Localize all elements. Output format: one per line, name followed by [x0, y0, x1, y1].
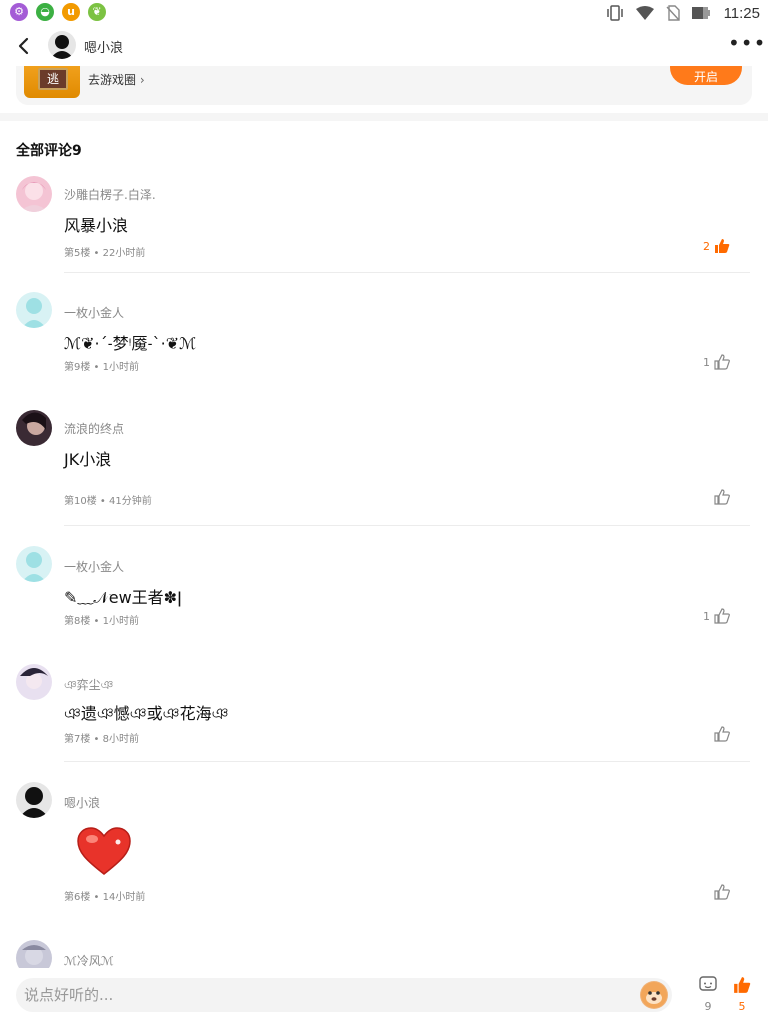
like-count: 1 — [703, 355, 710, 369]
emoji-sticker-icon[interactable] — [640, 981, 668, 1009]
avatar[interactable] — [16, 410, 52, 446]
heart-sticker — [77, 827, 131, 875]
thumbs-up-icon — [715, 239, 730, 253]
comment-count: 9 — [704, 1000, 712, 1013]
comment-meta: 第6楼 • 14小时前 — [64, 892, 146, 903]
comment-text: 风暴小浪 — [64, 216, 129, 235]
green-app-icon: ◒ — [36, 3, 54, 21]
comment-item: 沙雕白楞子.白泽. 风暴小浪 第5楼 • 22小时前 2 — [0, 174, 768, 274]
comment-count-button[interactable]: 9 — [692, 976, 724, 1013]
comment-meta: 第9楼 • 1小时前 — [64, 362, 139, 373]
comment-username[interactable]: ℳ冷风ℳ — [64, 952, 114, 968]
like-count: 2 — [703, 239, 710, 253]
bottom-bar: 9 5 — [0, 968, 768, 1024]
comment-input-pill[interactable] — [16, 978, 672, 1012]
comment-item: ℳ冷风ℳ — [0, 940, 768, 968]
like-button[interactable]: 1 — [703, 608, 730, 624]
comment-username[interactable]: ঞ弈尘ঞ — [64, 676, 113, 697]
post-like-button[interactable]: 5 — [726, 976, 758, 1013]
comment-meta: 第5楼 • 22小时前 — [64, 248, 146, 259]
comment-username[interactable]: 一枚小金人 — [64, 558, 124, 575]
section-divider — [0, 113, 768, 121]
comment-meta: 第10楼 • 41分钟前 — [64, 496, 152, 507]
title-bar: 嗯小浪 ••• — [0, 26, 768, 66]
comment-list[interactable]: 沙雕白楞子.白泽. 风暴小浪 第5楼 • 22小时前 2 一枚小金人 ℳ❦·ˊ˗… — [0, 170, 768, 968]
avatar[interactable] — [16, 546, 52, 582]
clock: 11:25 — [723, 4, 760, 22]
like-button[interactable] — [710, 884, 730, 900]
comment-username[interactable]: 流浪的终点 — [64, 420, 124, 437]
avatar[interactable] — [16, 292, 52, 328]
comment-item: ঞ弈尘ঞ ঞ遗ঞ憾ঞ或ঞ花海ঞ 第7楼 • 8小时前 — [0, 664, 768, 764]
avatar[interactable] — [16, 782, 52, 818]
avatar[interactable] — [16, 940, 52, 968]
comment-meta: 第7楼 • 8小时前 — [64, 734, 139, 745]
comment-item: 一枚小金人 ℳ❦·ˊ˗梦ᵎ魇˗ˋ·❦ℳ 第9楼 • 1小时前 1 — [0, 292, 768, 392]
comment-separator — [64, 272, 750, 273]
thumbs-up-icon — [714, 884, 730, 900]
thumbs-up-icon — [714, 489, 730, 505]
author-avatar[interactable] — [48, 31, 76, 59]
comments-header: 全部评论9 — [16, 143, 82, 159]
comment-item: 嗯小浪 第6楼 • 14小时前 — [0, 782, 768, 932]
gear-app-icon: ⚙ — [10, 3, 28, 21]
comment-input[interactable] — [24, 982, 624, 1008]
no-sim-icon — [666, 5, 680, 21]
leaf-app-icon: ❦ — [88, 3, 106, 21]
game-logo-text: 逃 — [38, 68, 68, 90]
comment-username[interactable]: 嗯小浪 — [64, 794, 100, 811]
comment-text: JK小浪 — [64, 450, 112, 469]
comment-username[interactable]: 一枚小金人 — [64, 304, 124, 321]
like-button[interactable] — [710, 726, 730, 742]
comment-text: ঞ遗ঞ憾ঞ或ঞ花海ঞ — [64, 704, 229, 723]
game-circle-label: 去游戏圈 — [88, 73, 137, 87]
battery-icon — [691, 7, 710, 19]
avatar[interactable] — [16, 664, 52, 700]
thumbs-up-icon — [714, 354, 730, 370]
silhouette-icon — [50, 35, 74, 59]
thumbs-up-icon — [714, 608, 730, 624]
game-circle-link[interactable]: 去游戏圈 › — [88, 71, 145, 88]
comment-item: 流浪的终点 JK小浪 第10楼 • 41分钟前 — [0, 408, 768, 528]
u-app-icon: u — [62, 3, 80, 21]
like-count: 5 — [738, 1000, 746, 1013]
comment-meta: 第8楼 • 1小时前 — [64, 616, 139, 627]
chevron-right-icon: › — [139, 73, 145, 87]
author-name[interactable]: 嗯小浪 — [84, 37, 123, 56]
comment-item: 一枚小金人 ✎﹏𝒩ew王者✽ǀ 第8楼 • 1小时前 1 — [0, 546, 768, 646]
back-arrow-icon[interactable] — [10, 32, 38, 60]
game-card[interactable]: 逃 去游戏圈 › 开启 — [16, 66, 752, 105]
wifi-icon — [635, 6, 654, 20]
status-bar: ⚙ ◒ u ❦ 11:25 — [0, 0, 768, 26]
like-button[interactable]: 2 — [703, 238, 730, 254]
avatar[interactable] — [16, 176, 52, 212]
game-logo[interactable]: 逃 — [24, 66, 80, 98]
game-open-button[interactable]: 开启 — [670, 66, 742, 85]
like-button[interactable]: 1 — [703, 354, 730, 370]
comment-text: ✎﹏𝒩ew王者✽ǀ — [64, 588, 182, 607]
comment-bubble-icon — [699, 976, 717, 991]
comment-separator — [64, 525, 750, 526]
like-button[interactable] — [710, 489, 730, 505]
vibrate-icon — [606, 5, 623, 21]
thumbs-up-icon — [714, 726, 730, 742]
like-count: 1 — [703, 609, 710, 623]
thumbs-up-icon — [734, 977, 751, 993]
more-options-icon[interactable]: ••• — [728, 32, 765, 60]
comment-text: ℳ❦·ˊ˗梦ᵎ魇˗ˋ·❦ℳ — [64, 334, 197, 353]
comment-separator — [64, 761, 750, 762]
comment-username[interactable]: 沙雕白楞子.白泽. — [64, 186, 156, 203]
